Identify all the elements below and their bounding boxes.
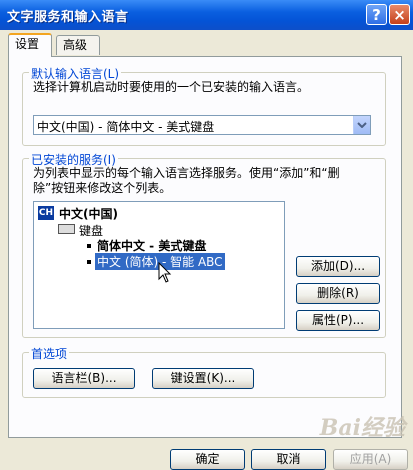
tree-service-item[interactable]: 简体中文 - 美式键盘 [97, 237, 206, 254]
chevron-down-icon[interactable] [353, 116, 370, 134]
installed-description-1: 为列表中显示的每个输入语言选择服务。使用“添加”和“删 [33, 166, 340, 180]
tab-settings[interactable]: 设置 [8, 33, 52, 57]
cancel-button[interactable]: 取消 [251, 449, 326, 470]
help-button[interactable]: ? [366, 4, 387, 25]
key-settings-button[interactable]: 键设置(K)... [152, 368, 254, 389]
default-language-value: 中文(中国) - 简体中文 - 美式键盘 [37, 120, 215, 134]
mouse-cursor-icon [158, 262, 172, 283]
keyboard-icon [58, 224, 75, 234]
default-language-select[interactable]: 中文(中国) - 简体中文 - 美式键盘 [33, 115, 371, 135]
tree-language[interactable]: 中文(中国) [59, 205, 118, 222]
language-code-icon: CH [38, 206, 54, 220]
default-language-description: 选择计算机启动时要使用的一个已安装的输入语言。 [33, 80, 310, 94]
properties-button[interactable]: 属性(P)... [296, 310, 380, 331]
bullet-icon [87, 244, 91, 248]
remove-button[interactable]: 删除(R) [296, 283, 380, 304]
preferences-label: 首选项 [29, 345, 70, 362]
bullet-icon [87, 260, 91, 264]
watermark-logo: Bai经验 [319, 415, 405, 441]
window-title: 文字服务和输入语言 [7, 10, 129, 25]
installed-description-2: 除”按钮来修改这个列表。 [33, 181, 172, 195]
language-bar-button[interactable]: 语言栏(B)... [33, 368, 135, 389]
add-button[interactable]: 添加(D)... [296, 256, 380, 277]
apply-button[interactable]: 应用(A) [333, 449, 408, 470]
title-bar: 文字服务和输入语言 ? × [0, 0, 413, 30]
tab-advanced[interactable]: 高级 [56, 35, 100, 55]
ok-button[interactable]: 确定 [170, 449, 245, 470]
close-button[interactable]: × [389, 4, 410, 25]
